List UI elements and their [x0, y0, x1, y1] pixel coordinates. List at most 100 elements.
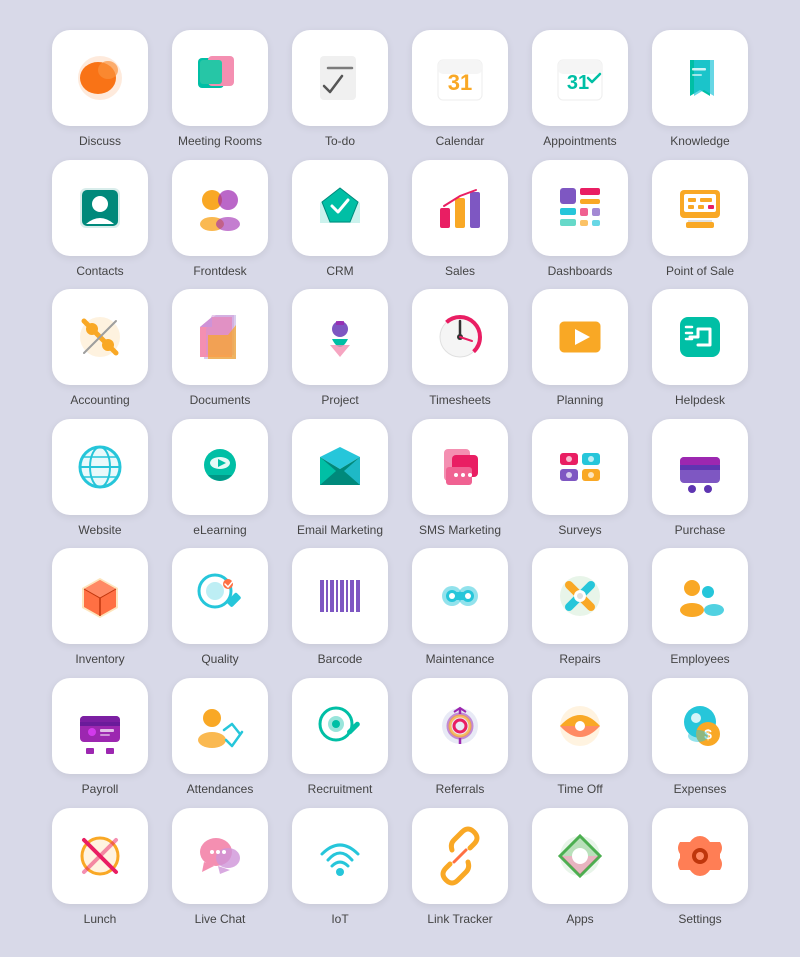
meeting-rooms-label: Meeting Rooms — [178, 134, 262, 150]
app-maintenance[interactable]: Maintenance — [405, 548, 515, 668]
time-off-icon — [532, 678, 628, 774]
app-sms-marketing[interactable]: SMS Marketing — [405, 419, 515, 539]
referrals-icon — [412, 678, 508, 774]
app-referrals[interactable]: Referrals — [405, 678, 515, 798]
documents-label: Documents — [190, 393, 251, 409]
accounting-icon — [52, 289, 148, 385]
attendances-label: Attendances — [187, 782, 254, 798]
app-timesheets[interactable]: Timesheets — [405, 289, 515, 409]
knowledge-label: Knowledge — [670, 134, 729, 150]
app-project[interactable]: Project — [285, 289, 395, 409]
app-quality[interactable]: Quality — [165, 548, 275, 668]
project-icon — [292, 289, 388, 385]
app-barcode[interactable]: Barcode — [285, 548, 395, 668]
app-attendances[interactable]: Attendances — [165, 678, 275, 798]
app-email-marketing[interactable]: Email Marketing — [285, 419, 395, 539]
app-crm[interactable]: CRM — [285, 160, 395, 280]
barcode-label: Barcode — [318, 652, 363, 668]
referrals-label: Referrals — [436, 782, 485, 798]
surveys-label: Surveys — [558, 523, 601, 539]
surveys-icon — [532, 419, 628, 515]
app-grid: Discuss Meeting Rooms To-do — [35, 20, 765, 937]
app-frontdesk[interactable]: Frontdesk — [165, 160, 275, 280]
app-purchase[interactable]: Purchase — [645, 419, 755, 539]
attendances-icon — [172, 678, 268, 774]
expenses-icon: $ — [652, 678, 748, 774]
app-inventory[interactable]: Inventory — [45, 548, 155, 668]
recruitment-label: Recruitment — [308, 782, 373, 798]
app-to-do[interactable]: To-do — [285, 30, 395, 150]
app-payroll[interactable]: Payroll — [45, 678, 155, 798]
maintenance-icon — [412, 548, 508, 644]
dashboards-icon — [532, 160, 628, 256]
frontdesk-icon — [172, 160, 268, 256]
apps-label: Apps — [566, 912, 593, 928]
elearning-icon — [172, 419, 268, 515]
live-chat-icon — [172, 808, 268, 904]
sms-marketing-label: SMS Marketing — [419, 523, 501, 539]
sales-icon — [412, 160, 508, 256]
purchase-icon — [652, 419, 748, 515]
discuss-label: Discuss — [79, 134, 121, 150]
app-dashboards[interactable]: Dashboards — [525, 160, 635, 280]
to-do-label: To-do — [325, 134, 355, 150]
employees-icon — [652, 548, 748, 644]
contacts-label: Contacts — [76, 264, 123, 280]
app-knowledge[interactable]: Knowledge — [645, 30, 755, 150]
crm-icon — [292, 160, 388, 256]
repairs-icon — [532, 548, 628, 644]
app-helpdesk[interactable]: Helpdesk — [645, 289, 755, 409]
app-time-off[interactable]: Time Off — [525, 678, 635, 798]
contacts-icon — [52, 160, 148, 256]
app-employees[interactable]: Employees — [645, 548, 755, 668]
to-do-icon — [292, 30, 388, 126]
employees-label: Employees — [670, 652, 729, 668]
project-label: Project — [321, 393, 358, 409]
app-repairs[interactable]: Repairs — [525, 548, 635, 668]
app-point-of-sale[interactable]: Point of Sale — [645, 160, 755, 280]
planning-icon — [532, 289, 628, 385]
app-elearning[interactable]: eLearning — [165, 419, 275, 539]
app-link-tracker[interactable]: Link Tracker — [405, 808, 515, 928]
app-recruitment[interactable]: Recruitment — [285, 678, 395, 798]
app-expenses[interactable]: $ Expenses — [645, 678, 755, 798]
point-of-sale-label: Point of Sale — [666, 264, 734, 280]
link-tracker-icon — [412, 808, 508, 904]
quality-label: Quality — [201, 652, 238, 668]
lunch-label: Lunch — [84, 912, 117, 928]
live-chat-label: Live Chat — [195, 912, 246, 928]
app-website[interactable]: Website — [45, 419, 155, 539]
app-live-chat[interactable]: Live Chat — [165, 808, 275, 928]
svg-text:31: 31 — [567, 72, 589, 94]
email-marketing-icon — [292, 419, 388, 515]
app-appointments[interactable]: 31 Appointments — [525, 30, 635, 150]
iot-icon — [292, 808, 388, 904]
timesheets-label: Timesheets — [429, 393, 491, 409]
app-settings[interactable]: Settings — [645, 808, 755, 928]
app-sales[interactable]: Sales — [405, 160, 515, 280]
accounting-label: Accounting — [70, 393, 129, 409]
appointments-icon: 31 — [532, 30, 628, 126]
app-documents[interactable]: Documents — [165, 289, 275, 409]
repairs-label: Repairs — [559, 652, 600, 668]
app-meeting-rooms[interactable]: Meeting Rooms — [165, 30, 275, 150]
inventory-icon — [52, 548, 148, 644]
app-planning[interactable]: Planning — [525, 289, 635, 409]
crm-label: CRM — [326, 264, 353, 280]
app-accounting[interactable]: Accounting — [45, 289, 155, 409]
payroll-label: Payroll — [82, 782, 119, 798]
link-tracker-label: Link Tracker — [427, 912, 492, 928]
app-contacts[interactable]: Contacts — [45, 160, 155, 280]
app-apps[interactable]: Apps — [525, 808, 635, 928]
app-calendar[interactable]: 31 Calendar — [405, 30, 515, 150]
website-icon — [52, 419, 148, 515]
knowledge-icon — [652, 30, 748, 126]
settings-icon — [652, 808, 748, 904]
lunch-icon — [52, 808, 148, 904]
sales-label: Sales — [445, 264, 475, 280]
sms-marketing-icon — [412, 419, 508, 515]
app-lunch[interactable]: Lunch — [45, 808, 155, 928]
app-surveys[interactable]: Surveys — [525, 419, 635, 539]
app-discuss[interactable]: Discuss — [45, 30, 155, 150]
app-iot[interactable]: IoT — [285, 808, 395, 928]
